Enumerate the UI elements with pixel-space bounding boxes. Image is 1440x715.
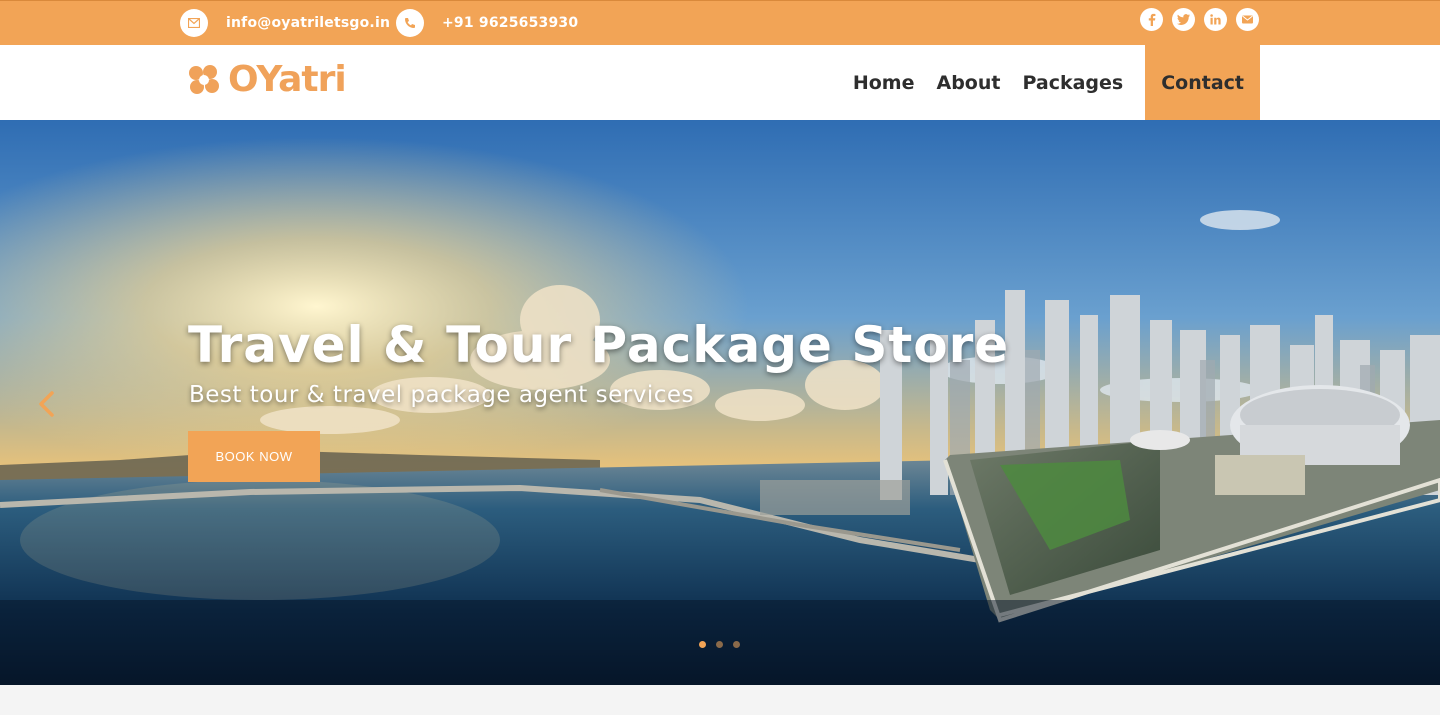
email-contact[interactable]: info@oyatriletsgo.in <box>180 9 390 37</box>
logo-text: OYatri <box>228 59 347 100</box>
email-text[interactable]: info@oyatriletsgo.in <box>226 15 390 31</box>
phone-icon <box>396 9 424 37</box>
main-navbar: OYatri Home About Packages Contact <box>0 45 1440 120</box>
slider-indicators <box>699 641 740 648</box>
hero-subtitle: Best tour & travel package agent service… <box>189 382 694 408</box>
logo-mark-icon <box>189 64 219 94</box>
social-links <box>1140 8 1259 31</box>
slide-dot-1[interactable] <box>699 641 706 648</box>
linkedin-icon[interactable] <box>1204 8 1227 31</box>
book-now-button[interactable]: BOOK NOW <box>188 431 320 482</box>
mail-icon[interactable] <box>1236 8 1259 31</box>
chevron-left-icon[interactable] <box>36 390 56 418</box>
slide-dot-3[interactable] <box>733 641 740 648</box>
envelope-icon <box>180 9 208 37</box>
nav-contact[interactable]: Contact <box>1145 45 1260 120</box>
slide-dot-2[interactable] <box>716 641 723 648</box>
hero-slider: Travel & Tour Package Store Best tour & … <box>0 120 1440 685</box>
site-logo[interactable]: OYatri <box>186 59 347 100</box>
nav-packages[interactable]: Packages <box>1011 45 1134 120</box>
page-section-below <box>0 685 1440 715</box>
primary-nav: Home About Packages Contact <box>842 45 1260 120</box>
nav-about[interactable]: About <box>925 45 1011 120</box>
top-bar: info@oyatriletsgo.in +91 9625653930 <box>0 0 1440 45</box>
facebook-icon[interactable] <box>1140 8 1163 31</box>
nav-home[interactable]: Home <box>842 45 926 120</box>
phone-text[interactable]: +91 9625653930 <box>442 15 578 31</box>
hero-title: Travel & Tour Package Store <box>188 316 1010 374</box>
twitter-icon[interactable] <box>1172 8 1195 31</box>
phone-contact[interactable]: +91 9625653930 <box>396 9 578 37</box>
